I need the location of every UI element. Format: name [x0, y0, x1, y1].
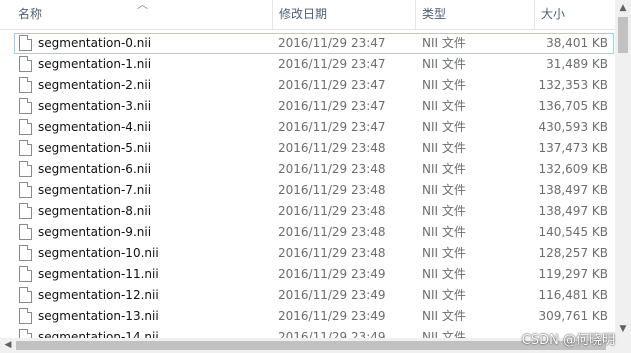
file-row[interactable]: segmentation-5.nii 2016/11/29 23:48 NII … [0, 138, 615, 159]
file-size: 140,545 KB [538, 225, 608, 239]
file-name: segmentation-7.nii [38, 183, 152, 197]
file-type: NII 文件 [422, 309, 466, 323]
file-date: 2016/11/29 23:47 [278, 120, 386, 134]
file-type: NII 文件 [422, 204, 466, 218]
file-row[interactable]: segmentation-6.nii 2016/11/29 23:48 NII … [0, 159, 615, 180]
file-size: 430,593 KB [538, 120, 608, 134]
file-date: 2016/11/29 23:47 [278, 78, 386, 92]
column-header-size[interactable]: 大小 [534, 0, 615, 30]
file-type: NII 文件 [422, 162, 466, 176]
file-type: NII 文件 [422, 225, 466, 239]
file-row[interactable]: segmentation-2.nii 2016/11/29 23:47 NII … [0, 75, 615, 96]
file-name: segmentation-12.nii [38, 288, 159, 302]
file-list: segmentation-0.nii 2016/11/29 23:47 NII … [0, 33, 615, 341]
file-name: segmentation-10.nii [38, 246, 159, 260]
file-size: 136,705 KB [538, 99, 608, 113]
file-row[interactable]: segmentation-7.nii 2016/11/29 23:48 NII … [0, 180, 615, 201]
file-icon [19, 119, 32, 135]
column-header-type[interactable]: 类型 [415, 0, 533, 30]
file-name: segmentation-2.nii [38, 78, 152, 92]
file-type: NII 文件 [422, 141, 466, 155]
file-size: 116,481 KB [538, 288, 608, 302]
file-name: segmentation-6.nii [38, 162, 152, 176]
file-icon [19, 182, 32, 198]
column-header-name[interactable]: 名称 [12, 0, 270, 30]
file-icon [19, 224, 32, 240]
file-date: 2016/11/29 23:48 [278, 141, 386, 155]
file-size: 309,761 KB [538, 309, 608, 323]
file-date: 2016/11/29 23:47 [278, 57, 386, 71]
file-row[interactable]: segmentation-13.nii 2016/11/29 23:49 NII… [0, 306, 615, 327]
file-date: 2016/11/29 23:47 [278, 36, 386, 50]
file-icon [19, 56, 32, 72]
vertical-scrollbar[interactable]: ▲ ▼ [615, 0, 631, 338]
column-header-bar: ︿ 名称 修改日期 类型 大小 [0, 0, 615, 30]
file-name: segmentation-11.nii [38, 267, 159, 281]
file-row[interactable]: segmentation-8.nii 2016/11/29 23:48 NII … [0, 201, 615, 222]
file-icon [19, 245, 32, 261]
file-row[interactable]: segmentation-0.nii 2016/11/29 23:47 NII … [0, 33, 615, 54]
file-icon [19, 77, 32, 93]
file-icon [19, 287, 32, 303]
file-row[interactable]: segmentation-1.nii 2016/11/29 23:47 NII … [0, 54, 615, 75]
file-date: 2016/11/29 23:49 [278, 267, 386, 281]
file-type: NII 文件 [422, 120, 466, 134]
file-type: NII 文件 [422, 78, 466, 92]
file-type: NII 文件 [422, 288, 466, 302]
watermark: CSDN @何晓明 [521, 333, 615, 348]
file-row[interactable]: segmentation-12.nii 2016/11/29 23:49 NII… [0, 285, 615, 306]
scroll-left-arrow-icon[interactable]: ◀ [0, 338, 16, 353]
column-header-date[interactable]: 修改日期 [272, 0, 414, 30]
file-date: 2016/11/29 23:49 [278, 309, 386, 323]
vertical-scroll-thumb[interactable] [618, 17, 628, 53]
file-type: NII 文件 [422, 246, 466, 260]
file-name: segmentation-8.nii [38, 204, 152, 218]
file-row[interactable]: segmentation-10.nii 2016/11/29 23:48 NII… [0, 243, 615, 264]
file-size: 137,473 KB [538, 141, 608, 155]
file-date: 2016/11/29 23:49 [278, 288, 386, 302]
file-row[interactable]: segmentation-11.nii 2016/11/29 23:49 NII… [0, 264, 615, 285]
file-size: 138,497 KB [538, 204, 608, 218]
file-row[interactable]: segmentation-9.nii 2016/11/29 23:48 NII … [0, 222, 615, 243]
file-icon [19, 203, 32, 219]
file-size: 119,297 KB [538, 267, 608, 281]
file-date: 2016/11/29 23:48 [278, 162, 386, 176]
file-date: 2016/11/29 23:48 [278, 204, 386, 218]
file-icon [19, 266, 32, 282]
file-row[interactable]: segmentation-4.nii 2016/11/29 23:47 NII … [0, 117, 615, 138]
file-icon [19, 98, 32, 114]
file-name: segmentation-9.nii [38, 225, 152, 239]
file-name: segmentation-13.nii [38, 309, 159, 323]
scroll-down-arrow-icon[interactable]: ▼ [615, 321, 631, 338]
file-type: NII 文件 [422, 183, 466, 197]
file-date: 2016/11/29 23:48 [278, 246, 386, 260]
horizontal-scroll-thumb[interactable] [16, 341, 606, 350]
file-type: NII 文件 [422, 267, 466, 281]
file-size: 31,489 KB [546, 57, 608, 71]
file-name: segmentation-5.nii [38, 141, 152, 155]
file-size: 132,353 KB [538, 78, 608, 92]
file-size: 38,401 KB [546, 36, 608, 50]
file-icon [19, 35, 32, 51]
file-row[interactable]: segmentation-3.nii 2016/11/29 23:47 NII … [0, 96, 615, 117]
file-icon [19, 140, 32, 156]
file-icon [19, 308, 32, 324]
file-date: 2016/11/29 23:47 [278, 99, 386, 113]
file-name: segmentation-1.nii [38, 57, 152, 71]
file-type: NII 文件 [422, 57, 466, 71]
file-size: 128,257 KB [538, 246, 608, 260]
file-name: segmentation-3.nii [38, 99, 152, 113]
scroll-up-arrow-icon[interactable]: ▲ [615, 0, 631, 17]
file-name: segmentation-0.nii [38, 36, 152, 50]
file-date: 2016/11/29 23:48 [278, 183, 386, 197]
file-icon [19, 161, 32, 177]
file-name: segmentation-4.nii [38, 120, 152, 134]
file-size: 138,497 KB [538, 183, 608, 197]
file-size: 132,609 KB [538, 162, 608, 176]
file-type: NII 文件 [422, 99, 466, 113]
file-date: 2016/11/29 23:48 [278, 225, 386, 239]
file-type: NII 文件 [422, 36, 466, 50]
